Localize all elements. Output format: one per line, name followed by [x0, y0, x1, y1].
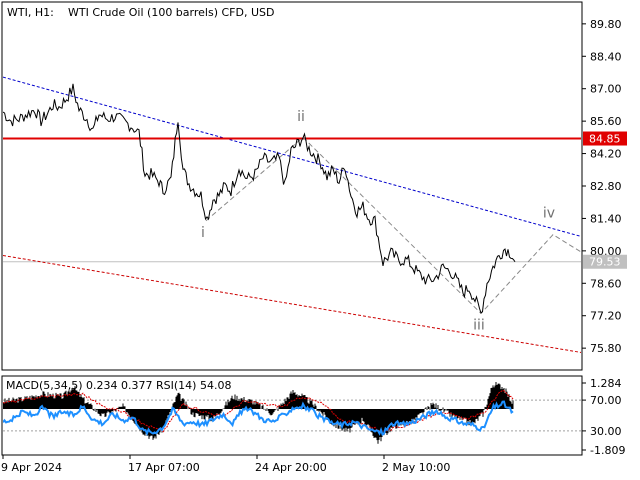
- indicator-y-tick-label: 70.00: [590, 394, 622, 407]
- x-tick-label: 24 Apr 20:00: [255, 461, 327, 474]
- y-tick-label: 77.20: [590, 310, 622, 323]
- y-tick-label: 75.80: [590, 342, 622, 355]
- y-tick-label: 87.00: [590, 83, 622, 96]
- symbol-label: WTI, H1:: [7, 6, 54, 19]
- level-price-label: 84.85: [589, 133, 621, 146]
- y-tick-label: 78.60: [590, 277, 622, 290]
- x-tick-label: 9 Apr 2024: [1, 461, 62, 474]
- instrument-description: WTI Crude Oil (100 barrels) CFD, USD: [68, 6, 274, 19]
- wave-label-iii: iii: [473, 318, 485, 334]
- y-tick-label: 82.80: [590, 180, 622, 193]
- y-tick-label: 85.60: [590, 115, 622, 128]
- indicator-header: MACD(5,34,5) 0.234 0.377 RSI(14) 54.08: [6, 379, 231, 392]
- current-price-label: 79.53: [589, 256, 621, 269]
- y-tick-label: 88.40: [590, 50, 622, 63]
- chart-canvas: iiiiiiiv 89.8088.4087.0085.6084.2082.808…: [1, 1, 627, 474]
- y-tick-label: 84.20: [590, 148, 622, 161]
- main-panel-frame: [1, 1, 583, 371]
- x-tick-label: 17 Apr 07:00: [128, 461, 200, 474]
- wave-label-i: i: [201, 225, 205, 241]
- y-tick-label: 81.40: [590, 212, 622, 225]
- indicator-y-tick-label: 30.00: [590, 425, 622, 438]
- indicator-y-tick-label: 1.284: [590, 377, 622, 390]
- x-tick-label: 2 May 10:00: [382, 461, 450, 474]
- wave-label-ii: ii: [297, 109, 305, 125]
- y-tick-label: 89.80: [590, 18, 622, 31]
- wave-label-iv: iv: [543, 205, 555, 221]
- indicator-y-tick-label: -1.809: [590, 444, 625, 457]
